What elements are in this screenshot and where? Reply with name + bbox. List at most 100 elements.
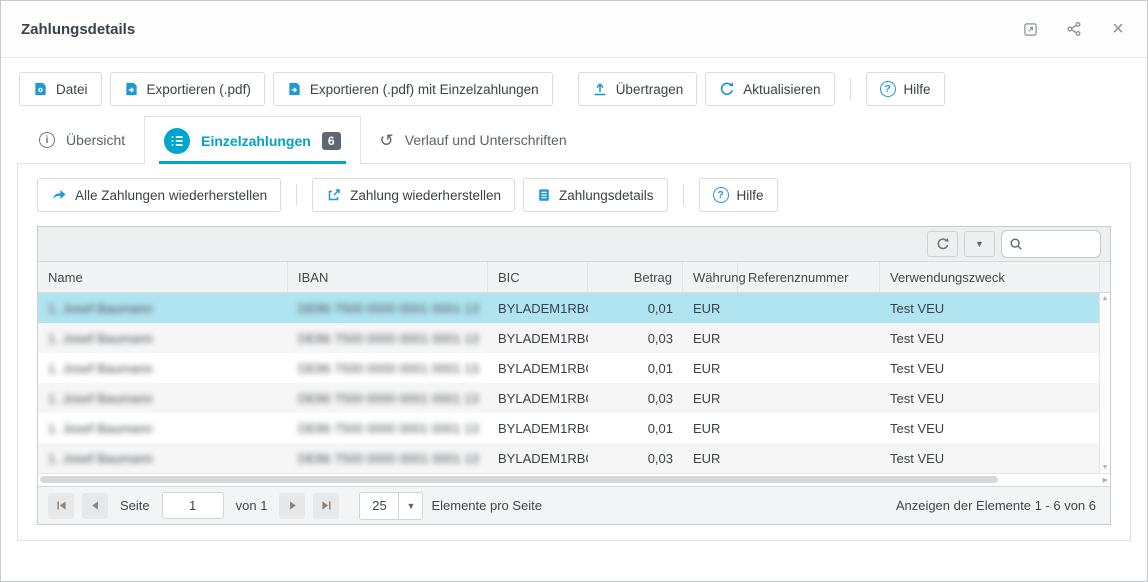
horizontal-scrollbar-thumb[interactable]	[40, 476, 998, 483]
next-page-button[interactable]	[279, 493, 305, 519]
cell-name: 1. Josef Baumann	[38, 323, 288, 353]
datei-button[interactable]: Datei	[19, 72, 102, 106]
cell-referenznummer	[738, 383, 880, 413]
export-pdf-button[interactable]: Exportieren (.pdf)	[110, 72, 265, 106]
vertical-scrollbar[interactable]: ▲ ▼	[1099, 293, 1110, 473]
uebertragen-button[interactable]: Übertragen	[578, 72, 698, 106]
cell-verwendungszweck: Test VEU	[880, 383, 1099, 413]
panel-hilfe-button-label: Hilfe	[737, 188, 764, 203]
uebertragen-button-label: Übertragen	[616, 82, 684, 97]
seite-label: Seite	[120, 498, 150, 513]
zahlung-wiederherstellen-button[interactable]: Zahlung wiederherstellen	[312, 178, 515, 212]
tab-verlauf-label: Verlauf und Unterschriften	[405, 132, 567, 148]
box-arrow-icon	[326, 187, 342, 203]
popout-icon[interactable]	[1021, 20, 1039, 38]
table-row[interactable]: 1. Josef Baumann DE86 7500 0000 0001 000…	[38, 353, 1099, 383]
refresh-icon	[936, 237, 950, 251]
column-header-waehrung[interactable]: Währung	[683, 262, 738, 292]
grid-refresh-button[interactable]	[927, 231, 958, 257]
cell-betrag: 0,01	[588, 413, 683, 443]
page-size-select[interactable]: 25 ▼	[359, 492, 423, 520]
history-icon: ↺	[380, 132, 394, 149]
table-row[interactable]: 1. Josef Baumann DE86 7500 0000 0001 000…	[38, 443, 1099, 473]
cell-verwendungszweck: Test VEU	[880, 293, 1099, 323]
von-label: von 1	[236, 498, 268, 513]
scroll-down-icon[interactable]: ▼	[1102, 464, 1109, 471]
alle-zahlungen-wiederherstellen-button[interactable]: Alle Zahlungen wiederherstellen	[37, 178, 281, 212]
column-header-iban[interactable]: IBAN	[288, 262, 488, 292]
column-header-name[interactable]: Name	[38, 262, 288, 292]
tab-uebersicht-label: Übersicht	[66, 132, 125, 148]
cell-betrag: 0,03	[588, 443, 683, 473]
column-header-referenznummer[interactable]: Referenznummer	[738, 262, 880, 292]
cell-iban: DE86 7500 0000 0001 0001 13	[288, 413, 488, 443]
tab-uebersicht[interactable]: i Übersicht	[20, 116, 144, 164]
grid-toolbar: ▼	[38, 227, 1110, 262]
cell-bic: BYLADEM1RBG	[488, 353, 588, 383]
grid-body: 1. Josef Baumann DE86 7500 0000 0001 000…	[38, 293, 1099, 473]
main-toolbar: Datei Exportieren (.pdf) Exportieren (.p…	[1, 58, 1147, 106]
file-export-icon	[287, 81, 302, 97]
cell-waehrung: EUR	[683, 293, 738, 323]
table-row[interactable]: 1. Josef Baumann DE86 7500 0000 0001 000…	[38, 293, 1099, 323]
file-export-icon	[124, 81, 139, 97]
cell-waehrung: EUR	[683, 323, 738, 353]
table-row[interactable]: 1. Josef Baumann DE86 7500 0000 0001 000…	[38, 413, 1099, 443]
zahlungsdetails-button-label: Zahlungsdetails	[559, 188, 654, 203]
grid-header: Name IBAN BIC Betrag Währung Referenznum…	[38, 262, 1110, 293]
zahlung-wiederherstellen-label: Zahlung wiederherstellen	[350, 188, 501, 203]
aktualisieren-button[interactable]: Aktualisieren	[705, 72, 834, 106]
cell-referenznummer	[738, 413, 880, 443]
last-page-button[interactable]	[313, 493, 339, 519]
close-icon[interactable]: ×	[1109, 20, 1127, 38]
first-page-button[interactable]	[48, 493, 74, 519]
hilfe-button[interactable]: ? Hilfe	[866, 72, 945, 106]
alle-zahlungen-wiederherstellen-label: Alle Zahlungen wiederherstellen	[75, 188, 267, 203]
previous-page-button[interactable]	[82, 493, 108, 519]
document-list-icon	[537, 187, 551, 203]
tab-einzelzahlungen-label: Einzelzahlungen	[201, 133, 311, 149]
share-icon[interactable]	[1065, 20, 1083, 38]
search-input[interactable]	[1028, 236, 1092, 253]
toolbar-separator	[296, 184, 297, 206]
info-icon: i	[39, 132, 55, 148]
panel-hilfe-button[interactable]: ? Hilfe	[699, 178, 778, 212]
scroll-up-icon[interactable]: ▲	[1102, 295, 1109, 302]
cell-bic: BYLADEM1RBG	[488, 413, 588, 443]
cell-betrag: 0,03	[588, 323, 683, 353]
zahlungsdetails-button[interactable]: Zahlungsdetails	[523, 178, 668, 212]
page-number-input[interactable]	[162, 492, 224, 519]
column-header-verwendungszweck[interactable]: Verwendungszweck	[880, 262, 1100, 292]
zahlungsdetails-window: Zahlungsdetails × Datei Exportieren (.pd…	[0, 0, 1148, 582]
file-icon	[33, 81, 48, 97]
aktualisieren-button-label: Aktualisieren	[743, 82, 820, 97]
header-scroll-spacer	[1099, 262, 1110, 292]
help-icon: ?	[713, 187, 729, 203]
cell-iban: DE86 7500 0000 0001 0001 13	[288, 293, 488, 323]
titlebar-icons: ×	[1021, 20, 1127, 38]
export-pdf-button-label: Exportieren (.pdf)	[147, 82, 251, 97]
tab-einzelzahlungen[interactable]: Einzelzahlungen 6	[144, 116, 360, 164]
table-row[interactable]: 1. Josef Baumann DE86 7500 0000 0001 000…	[38, 383, 1099, 413]
titlebar: Zahlungsdetails ×	[1, 1, 1147, 58]
tab-verlauf[interactable]: ↺ Verlauf und Unterschriften	[361, 116, 586, 164]
toolbar-separator	[683, 184, 684, 206]
table-row[interactable]: 1. Josef Baumann DE86 7500 0000 0001 000…	[38, 323, 1099, 353]
datei-button-label: Datei	[56, 82, 88, 97]
horizontal-scrollbar[interactable]: ▶	[38, 473, 1110, 486]
cell-verwendungszweck: Test VEU	[880, 353, 1099, 383]
column-header-bic[interactable]: BIC	[488, 262, 588, 292]
scroll-right-icon[interactable]: ▶	[1103, 477, 1108, 484]
cell-bic: BYLADEM1RBG	[488, 293, 588, 323]
column-header-betrag[interactable]: Betrag	[588, 262, 683, 292]
export-pdf-einzelzahlungen-button-label: Exportieren (.pdf) mit Einzelzahlungen	[310, 82, 539, 97]
pagination-bar: Seite von 1 25 ▼ Elemente pro Seite Anze…	[38, 486, 1110, 524]
tabbar: i Übersicht Einzelzahlungen 6 ↺ Verlauf …	[1, 116, 1147, 164]
cell-waehrung: EUR	[683, 383, 738, 413]
cell-waehrung: EUR	[683, 443, 738, 473]
hilfe-button-label: Hilfe	[904, 82, 931, 97]
cell-bic: BYLADEM1RBG	[488, 323, 588, 353]
grid-options-dropdown-button[interactable]: ▼	[964, 231, 995, 257]
export-pdf-einzelzahlungen-button[interactable]: Exportieren (.pdf) mit Einzelzahlungen	[273, 72, 553, 106]
refresh-icon	[719, 81, 735, 97]
